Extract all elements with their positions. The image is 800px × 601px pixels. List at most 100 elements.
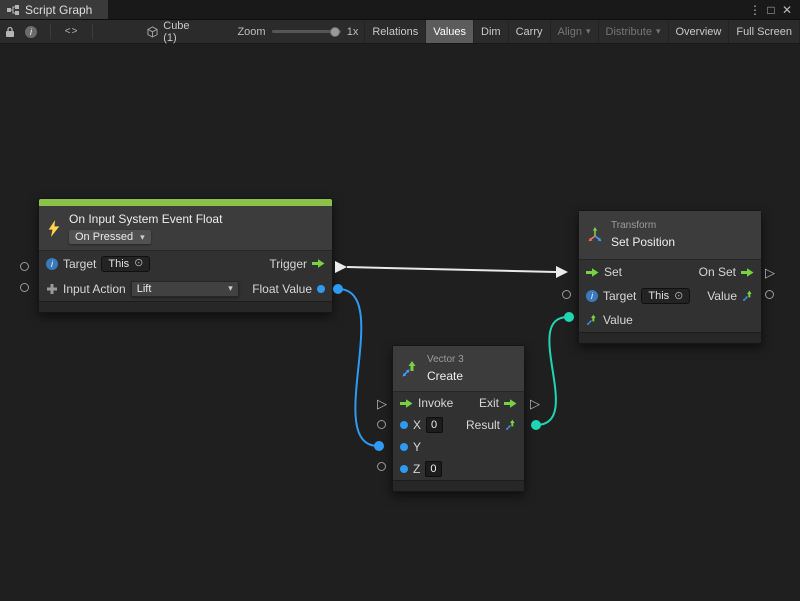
flow-arrow-icon	[741, 267, 754, 278]
event-node-header: On Input System Event Float On Pressed ▾	[39, 206, 332, 250]
z-value-field[interactable]: 0	[425, 461, 442, 477]
lock-icon[interactable]	[0, 20, 20, 43]
vector3-y-row: Y	[393, 436, 524, 458]
invoke-port-label: Invoke	[418, 396, 453, 410]
distribute-button-label: Distribute	[606, 26, 652, 38]
float-type-icon	[400, 443, 408, 451]
target-object-value: This	[108, 258, 129, 270]
carry-button-label: Carry	[516, 26, 543, 38]
carry-button[interactable]: Carry	[508, 20, 550, 43]
node-footer	[393, 480, 524, 491]
node-title: On Input System Event Float	[69, 212, 222, 227]
result-port-label: Result	[466, 418, 500, 432]
values-button-label: Values	[433, 26, 466, 38]
y-port-label: Y	[413, 440, 421, 454]
port-vector3-invoke-in[interactable]: ▷	[377, 397, 387, 410]
values-button[interactable]: Values	[425, 20, 473, 43]
port-event-target-in[interactable]	[20, 262, 29, 271]
distribute-dropdown-button[interactable]: Distribute ▾	[598, 20, 668, 43]
graph-target-selector[interactable]: Cube (1)	[141, 20, 199, 44]
tab-title: Script Graph	[25, 3, 92, 17]
dim-button[interactable]: Dim	[473, 20, 508, 43]
float-value-port-label: Float Value	[252, 282, 312, 296]
port-transform-onset-out[interactable]: ▷	[765, 266, 775, 279]
z-port-label: Z	[413, 462, 420, 476]
vector3-type-icon	[586, 314, 598, 326]
event-mode-dropdown[interactable]: On Pressed ▾	[69, 230, 151, 244]
toolbar-divider	[50, 24, 51, 39]
port-vector3-exit-out[interactable]: ▷	[530, 397, 540, 410]
port-vector3-result-out[interactable]	[531, 420, 541, 430]
flow-arrow-icon	[504, 398, 517, 409]
port-event-floatvalue-out[interactable]	[333, 284, 343, 294]
gameobject-icon: i	[46, 258, 58, 270]
cube-icon	[147, 26, 158, 38]
zoom-slider-knob[interactable]	[330, 27, 340, 37]
window-menu-button[interactable]: ⋮	[747, 1, 763, 19]
port-transform-value-out[interactable]	[765, 290, 774, 299]
chevron-down-icon: ▾	[140, 232, 145, 243]
input-action-icon	[46, 283, 58, 295]
node-title: Set Position	[611, 235, 675, 250]
trigger-port-label: Trigger	[269, 257, 307, 271]
port-transform-value-in[interactable]	[564, 312, 574, 322]
node-vector3-create[interactable]: Vector 3 Create Invoke Exit X 0 Result	[392, 345, 525, 492]
input-action-value: Lift	[137, 283, 152, 295]
close-button[interactable]: ✕	[779, 1, 795, 19]
node-on-input-system-event-float[interactable]: On Input System Event Float On Pressed ▾…	[38, 198, 333, 313]
code-view-icon[interactable]: <>	[59, 26, 85, 37]
transform-value-row: Value	[579, 308, 761, 332]
maximize-button[interactable]: □	[763, 1, 779, 19]
node-category: Transform	[611, 220, 675, 232]
node-category: Vector 3	[427, 354, 464, 366]
port-vector3-y-in[interactable]	[374, 441, 384, 451]
port-transform-set-in[interactable]	[556, 266, 568, 278]
align-dropdown-button[interactable]: Align ▾	[550, 20, 598, 43]
overview-button[interactable]: Overview	[668, 20, 729, 43]
window-titlebar: Script Graph ⋮ □ ✕	[0, 0, 800, 20]
x-value-field[interactable]: 0	[426, 417, 443, 433]
fullscreen-button-label: Full Screen	[736, 26, 792, 38]
object-picker-icon: ⊙	[674, 291, 683, 302]
input-action-dropdown[interactable]: Lift ▾	[131, 281, 239, 297]
vector3-z-row: Z 0	[393, 458, 524, 480]
fullscreen-button[interactable]: Full Screen	[728, 20, 800, 43]
event-input-action-row: Input Action Lift ▾ Float Value	[39, 276, 332, 301]
exit-port-label: Exit	[479, 396, 499, 410]
transform-node-header: Transform Set Position	[579, 211, 761, 259]
target-object-field[interactable]: This ⊙	[101, 256, 150, 272]
node-title: Create	[427, 369, 464, 384]
tab-script-graph[interactable]: Script Graph	[0, 0, 108, 19]
overview-button-label: Overview	[676, 26, 722, 38]
port-vector3-z-in[interactable]	[377, 462, 386, 471]
set-port-label: Set	[604, 265, 622, 279]
float-type-icon	[317, 285, 325, 293]
vector3-x-row: X 0 Result	[393, 414, 524, 436]
node-footer	[579, 332, 761, 343]
align-button-label: Align	[558, 26, 582, 38]
info-icon[interactable]: i	[20, 20, 42, 43]
target-port-label: Target	[63, 257, 96, 271]
lightning-icon	[47, 220, 61, 237]
info-letter: i	[25, 26, 37, 38]
zoom-value: 1x	[347, 26, 359, 38]
event-mode-value: On Pressed	[75, 231, 133, 243]
input-action-label: Input Action	[63, 282, 126, 296]
x-port-label: X	[413, 418, 421, 432]
value-out-port-label: Value	[707, 289, 737, 303]
relations-button[interactable]: Relations	[364, 20, 425, 43]
event-accent-bar	[39, 199, 332, 206]
zoom-slider[interactable]	[272, 26, 341, 38]
node-transform-set-position[interactable]: Transform Set Position Set On Set i Targ…	[578, 210, 762, 344]
dim-button-label: Dim	[481, 26, 501, 38]
port-transform-target-in[interactable]	[562, 290, 571, 299]
target-object-field[interactable]: This ⊙	[641, 288, 690, 304]
chevron-down-icon: ▾	[228, 283, 233, 294]
port-event-trigger-out[interactable]	[335, 261, 347, 273]
vector3-type-icon	[505, 419, 517, 431]
chevron-down-icon: ▾	[656, 26, 661, 37]
graph-toolbar: i <> Cube (1) Zoom 1x Relations Values D…	[0, 20, 800, 44]
vector3-icon	[401, 360, 419, 378]
port-event-inputaction-in[interactable]	[20, 283, 29, 292]
port-vector3-x-in[interactable]	[377, 420, 386, 429]
